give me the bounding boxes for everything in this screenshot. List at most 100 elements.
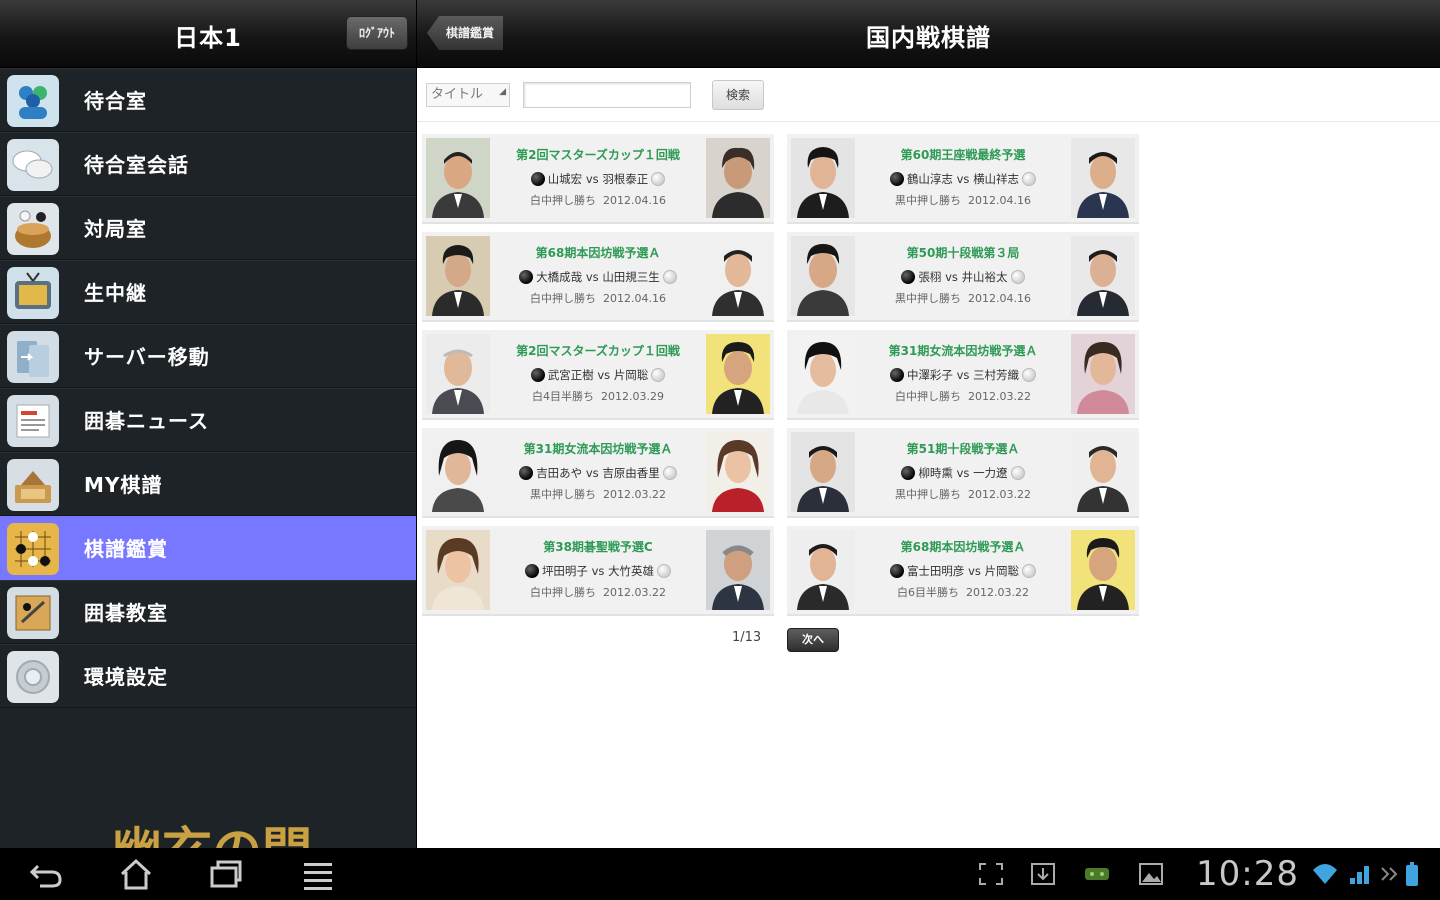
game-players: 柳時熏 vs 一力遼 (859, 465, 1067, 481)
result-text: 黒中押し勝ち (895, 194, 961, 207)
sidebar-item-go-news[interactable]: 囲碁ニュース (0, 388, 416, 452)
result-text: 白6目半勝ち (897, 586, 959, 599)
white-stone-icon (1010, 466, 1025, 480)
white-player-photo (1071, 138, 1135, 218)
news-icon (7, 395, 59, 447)
white-stone-icon (1022, 172, 1037, 186)
game-result: 白中押し勝ち 2012.03.22 (494, 584, 702, 600)
sidebar-item-label: 環境設定 (84, 665, 168, 689)
logout-button[interactable]: ﾛｸﾞｱｳﾄ (346, 16, 408, 50)
result-text: 白中押し勝ち (530, 292, 596, 305)
game-date: 2012.03.29 (601, 390, 664, 403)
black-player-photo (791, 530, 855, 610)
sidebar-item-label: サーバー移動 (84, 345, 210, 369)
game-card[interactable]: 第68期本因坊戦予選Ａ 富士田明彦 vs 片岡聡 白6目半勝ち 2012.03.… (787, 526, 1139, 616)
next-page-button[interactable]: 次へ (787, 628, 839, 652)
sidebar-item-game-records[interactable]: 棋譜鑑賞 (0, 516, 416, 580)
white-player-photo (706, 334, 770, 414)
game-result: 白中押し勝ち 2012.03.22 (859, 388, 1067, 404)
game-title: 第68期本因坊戦予選Ａ (900, 540, 1026, 554)
sidebar-item-live[interactable]: 生中継 (0, 260, 416, 324)
game-players: 山城宏 vs 羽根泰正 (494, 171, 702, 187)
vs-label: vs (591, 564, 605, 578)
game-controller-icon (1082, 860, 1112, 888)
black-player-photo (791, 236, 855, 316)
menu-icon[interactable] (298, 856, 338, 892)
sidebar-item-waiting-chat[interactable]: 待合室会話 (0, 132, 416, 196)
game-players: 武宮正樹 vs 片岡聡 (494, 367, 702, 383)
game-result: 白4目半勝ち 2012.03.29 (494, 388, 702, 404)
go-board-icon (7, 523, 59, 575)
game-card[interactable]: 第31期女流本因坊戦予選Ａ 中澤彩子 vs 三村芳織 白中押し勝ち 2012.0… (787, 330, 1139, 420)
game-players: 張栩 vs 井山裕太 (859, 269, 1067, 285)
sidebar-item-waiting-room[interactable]: 待合室 (0, 68, 416, 132)
game-players: 吉田あや vs 吉原由香里 (494, 465, 702, 481)
sidebar-item-settings[interactable]: 環境設定 (0, 644, 416, 708)
search-select-value: タイトル (431, 87, 484, 102)
game-title: 第31期女流本因坊戦予選Ａ (888, 344, 1038, 358)
game-card[interactable]: 第68期本因坊戦予選Ａ 大橋成哉 vs 山田規三生 白中押し勝ち 2012.04… (422, 232, 774, 322)
white-player-photo (1071, 236, 1135, 316)
go-bowl-icon (7, 203, 59, 255)
sidebar-item-game-room[interactable]: 対局室 (0, 196, 416, 260)
black-stone-icon (901, 466, 916, 480)
sidebar-item-label: 棋譜鑑賞 (84, 537, 168, 561)
white-player-name: 吉原由香里 (602, 466, 660, 480)
black-player-photo (791, 432, 855, 512)
black-player-name: 富士田明彦 (906, 564, 965, 578)
home-icon[interactable] (116, 856, 156, 892)
page-title: 国内戦棋譜 (866, 24, 991, 52)
result-text: 白中押し勝ち (895, 390, 961, 403)
wifi-icon (1310, 860, 1340, 888)
sidebar-item-label: 囲碁ニュース (84, 409, 209, 433)
recent-apps-icon[interactable] (206, 856, 246, 892)
result-text: 白中押し勝ち (530, 194, 596, 207)
white-stone-icon (662, 466, 677, 480)
game-card[interactable]: 第2回マスターズカップ１回戦 山城宏 vs 羽根泰正 白中押し勝ち 2012.0… (422, 134, 774, 224)
back-nav-icon[interactable] (26, 856, 66, 892)
game-players: 中澤彩子 vs 三村芳織 (859, 367, 1067, 383)
sidebar-item-my-records[interactable]: MY棋譜 (0, 452, 416, 516)
black-stone-icon (889, 368, 904, 382)
search-field-select[interactable]: タイトル ◢ (426, 83, 510, 107)
result-text: 黒中押し勝ち (530, 488, 596, 501)
white-player-photo (1071, 334, 1135, 414)
search-button[interactable]: 検索 (712, 80, 764, 110)
sidebar: 待合室 待合室会話 対局室 生中継 サーバー移動 囲碁ニュース MY棋譜 棋譜鑑… (0, 68, 416, 882)
game-card[interactable]: 第50期十段戦第３局 張栩 vs 井山裕太 黒中押し勝ち 2012.04.16 (787, 232, 1139, 322)
result-text: 黒中押し勝ち (895, 488, 961, 501)
vs-label: vs (968, 564, 981, 578)
white-player-name: 片岡聡 (613, 368, 649, 382)
game-title: 第2回マスターズカップ１回戦 (516, 344, 680, 358)
server-move-icon (7, 331, 59, 383)
search-input[interactable] (523, 82, 691, 108)
game-card[interactable]: 第2回マスターズカップ１回戦 武宮正樹 vs 片岡聡 白4目半勝ち 2012.0… (422, 330, 774, 420)
black-stone-icon (889, 564, 904, 578)
game-date: 2012.04.16 (603, 292, 666, 305)
white-stone-icon (1022, 368, 1037, 382)
black-player-photo (426, 334, 490, 414)
sidebar-item-server-move[interactable]: サーバー移動 (0, 324, 416, 388)
black-player-name: 大橋成哉 (536, 270, 583, 284)
white-player-name: 横山祥志 (973, 172, 1020, 186)
result-text: 白4目半勝ち (532, 390, 594, 403)
vs-label: vs (956, 466, 970, 480)
result-text: 黒中押し勝ち (895, 292, 961, 305)
sidebar-item-label: MY棋譜 (84, 473, 163, 497)
settings-icon (7, 651, 59, 703)
left-header: 日本1 ﾛｸﾞｱｳﾄ (0, 0, 416, 68)
black-player-name: 鶴山淳志 (906, 172, 953, 186)
game-card[interactable]: 第38期碁聖戦予選C 坪田明子 vs 大竹英雄 白中押し勝ち 2012.03.2… (422, 526, 774, 616)
sidebar-item-go-classroom[interactable]: 囲碁教室 (0, 580, 416, 644)
black-stone-icon (524, 564, 539, 578)
sidebar-item-label: 生中継 (84, 281, 147, 305)
game-date: 2012.04.16 (968, 194, 1031, 207)
game-title: 第50期十段戦第３局 (906, 246, 1020, 260)
game-players: 富士田明彦 vs 片岡聡 (859, 563, 1067, 579)
page-indicator: 1/13 (732, 630, 762, 645)
white-player-name: 一力遼 (973, 466, 1008, 480)
black-stone-icon (519, 270, 534, 284)
game-card[interactable]: 第60期王座戦最終予選 鶴山淳志 vs 横山祥志 黒中押し勝ち 2012.04.… (787, 134, 1139, 224)
game-card[interactable]: 第31期女流本因坊戦予選Ａ 吉田あや vs 吉原由香里 黒中押し勝ち 2012.… (422, 428, 774, 518)
game-card[interactable]: 第51期十段戦予選Ａ 柳時熏 vs 一力遼 黒中押し勝ち 2012.03.22 (787, 428, 1139, 518)
